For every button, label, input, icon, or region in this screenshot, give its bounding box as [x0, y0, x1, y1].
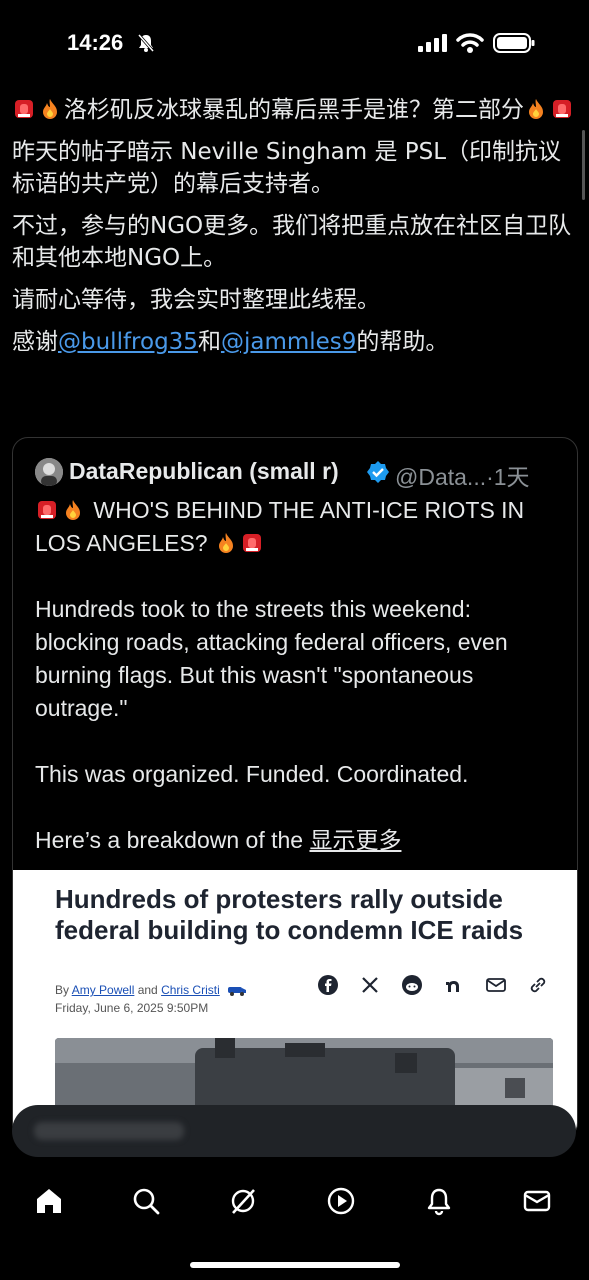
x-icon — [362, 977, 378, 993]
battery-icon — [493, 33, 535, 53]
post-line-1: 洛杉矶反冰球暴乱的幕后黑手是谁？第二部分 — [64, 97, 524, 123]
byline-and: and — [134, 983, 162, 997]
article-title: Hundreds of protesters rally outside fed… — [55, 884, 524, 945]
mention-link[interactable]: @bullfrog35 — [58, 329, 198, 355]
news-van-icon — [228, 987, 247, 996]
reddit-icon — [402, 975, 422, 995]
thanks-suffix: 的帮助。 — [356, 329, 449, 355]
siren-icon — [15, 100, 33, 118]
author-link: Amy Powell — [71, 983, 135, 997]
post-paragraph-5: 感谢@bullfrog35和@jammles9的帮助。 — [12, 326, 577, 358]
search-icon[interactable] — [131, 1186, 161, 1216]
quoted-handle-time: @Data...·1天 — [395, 464, 530, 490]
scrollbar[interactable] — [582, 130, 585, 200]
avatar[interactable] — [35, 458, 63, 486]
article-screenshot[interactable]: Hundreds of protesters rally outside fed… — [13, 870, 577, 1138]
quoted-post[interactable]: DataRepublican (small r) @Data...·1天 WHO… — [12, 437, 578, 1139]
email-icon — [486, 978, 506, 992]
notifications-icon[interactable] — [424, 1186, 454, 1216]
post-paragraph-1: 洛杉矶反冰球暴乱的幕后黑手是谁？第二部分 — [12, 94, 577, 126]
quoted-paragraph-2: This was organized. Funded. Coordinated. — [35, 761, 469, 787]
mention-link[interactable]: @jammles9 — [221, 329, 356, 355]
siren-icon — [553, 100, 571, 118]
reply-input[interactable] — [12, 1105, 576, 1157]
nextdoor-icon — [446, 981, 459, 992]
status-time: 14:26 — [67, 30, 124, 55]
fire-icon — [529, 99, 543, 119]
home-indicator[interactable] — [190, 1262, 400, 1268]
grok-icon[interactable] — [228, 1186, 258, 1216]
messages-icon[interactable] — [522, 1186, 552, 1216]
bell-off-icon — [137, 34, 155, 52]
byline-by: By — [55, 983, 72, 997]
quoted-post-body: WHO'S BEHIND THE ANTI-ICE RIOTS IN LOS A… — [35, 494, 555, 890]
siren-icon — [38, 501, 56, 519]
post-paragraph-3: 不过，参与的NGO更多。我们将把重点放在社区自卫队和其他本地NGO上。 — [12, 213, 572, 271]
reply-placeholder-blurred — [34, 1122, 184, 1140]
thanks-and: 和 — [197, 329, 221, 355]
wifi-icon — [456, 33, 484, 53]
article-date: Friday, June 6, 2025 9:50PM — [55, 1001, 209, 1015]
post-paragraph-4: 请耐心等待，我会实时整理此线程。 — [12, 287, 380, 313]
quoted-headline: WHO'S BEHIND THE ANTI-ICE RIOTS IN LOS A… — [35, 494, 555, 560]
article-byline: By Amy Powell and Chris Cristi — [55, 983, 248, 997]
quoted-paragraph-3: Here’s a breakdown of the 显示更多 — [35, 824, 555, 857]
cellular-signal-icon — [418, 34, 447, 52]
fire-icon — [66, 500, 80, 520]
facebook-icon — [318, 975, 338, 995]
fire-icon — [43, 99, 57, 119]
thanks-prefix: 感谢 — [12, 329, 58, 355]
verified-badge-icon — [367, 461, 389, 483]
post-paragraph-2: 昨天的帖子暗示 Neville Singham 是 PSL（印制抗议标语的共产党… — [12, 139, 562, 197]
status-bar: 14:26 — [0, 0, 589, 88]
siren-icon — [242, 534, 261, 552]
home-icon[interactable] — [34, 1186, 64, 1216]
quoted-author-name[interactable]: DataRepublican (small r) — [69, 458, 339, 485]
post-text: 洛杉矶反冰球暴乱的幕后黑手是谁？第二部分 昨天的帖子暗示 Neville Sin… — [12, 94, 577, 368]
show-more-link[interactable]: 显示更多 — [309, 827, 401, 853]
quoted-paragraph-1: Hundreds took to the streets this weeken… — [35, 596, 508, 721]
video-icon[interactable] — [326, 1186, 356, 1216]
author-link: Chris Cristi — [161, 983, 220, 997]
quoted-headline-text: WHO'S BEHIND THE ANTI-ICE RIOTS IN LOS A… — [35, 497, 525, 556]
fire-icon — [218, 533, 233, 553]
quoted-paragraph-3-text: Here’s a breakdown of the — [35, 827, 310, 853]
link-icon — [530, 977, 546, 993]
